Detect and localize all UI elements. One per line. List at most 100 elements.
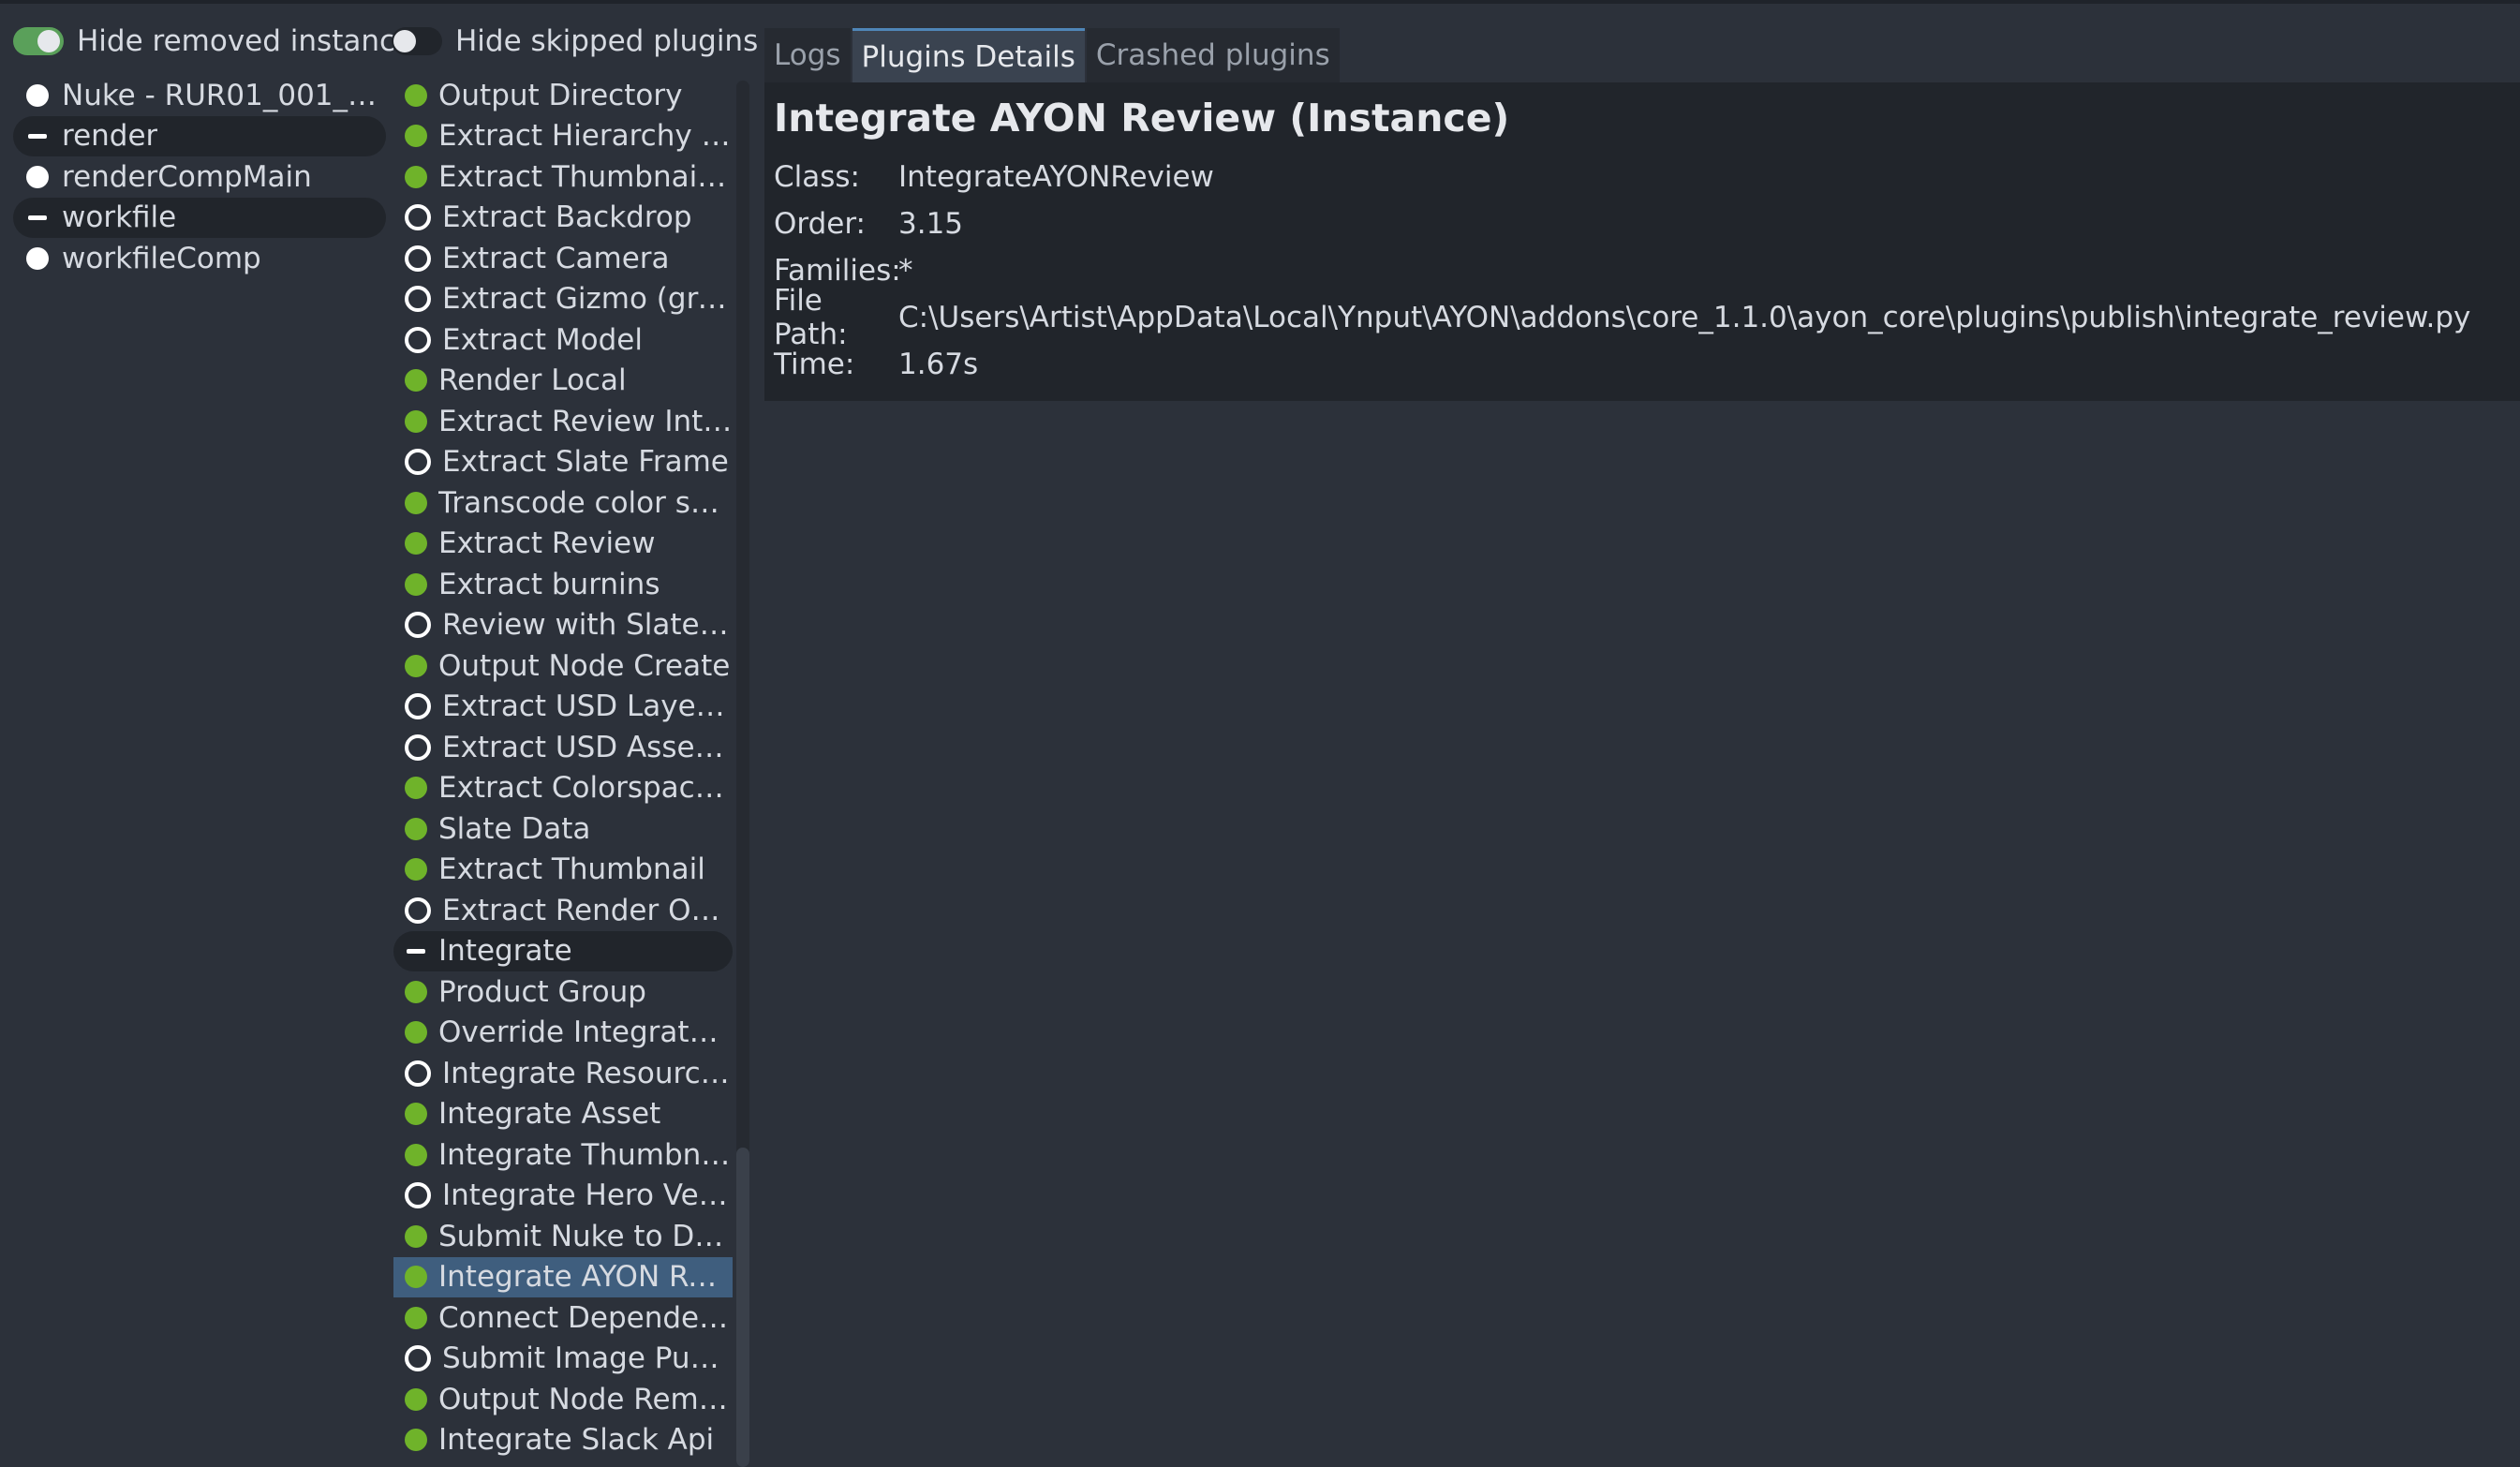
switch-knob (37, 30, 60, 52)
plugin-row[interactable]: Extract Review (393, 524, 733, 565)
skipped-status-ring-icon (405, 449, 431, 476)
success-status-dot-icon (405, 777, 427, 800)
group-collapse-dash-icon (28, 133, 47, 139)
hide-removed-instances-switch[interactable] (13, 27, 64, 55)
plugin-label: Extract Hierarchy To ... (438, 119, 733, 154)
instance-label: renderCompMain (62, 159, 312, 194)
skipped-status-ring-icon (405, 244, 431, 272)
group-collapse-dash-icon (407, 948, 425, 954)
families-value: * (898, 254, 913, 288)
hide-skipped-plugins-switch[interactable] (392, 27, 442, 55)
success-status-dot-icon (405, 1266, 427, 1289)
class-label: Class: (774, 160, 861, 194)
instance-row[interactable]: workfileComp (13, 238, 386, 279)
instance-label: render (62, 119, 158, 154)
window-top-border (0, 0, 2520, 4)
plugin-row[interactable]: Extract Hierarchy To ... (393, 116, 733, 157)
plugin-row[interactable]: Transcode color spa... (393, 482, 733, 524)
plugin-label: Extract Slate Frame (442, 445, 729, 480)
plugin-row[interactable]: Extract Model (393, 319, 733, 361)
plugin-row[interactable]: Review with Slate fra... (393, 605, 733, 646)
plugin-row[interactable]: Output Node Create (393, 645, 733, 687)
plugin-row[interactable]: Integrate Resources ... (393, 1053, 733, 1094)
plugin-row[interactable]: Render Local (393, 361, 733, 402)
skipped-status-ring-icon (405, 286, 431, 313)
plugin-row[interactable]: Extract USD Layer C... (393, 687, 733, 728)
skipped-status-ring-icon (405, 1060, 431, 1087)
filepath-row: File Path: C:\Users\Artist\AppData\Local… (774, 284, 2511, 351)
plugin-row[interactable]: Integrate Thumbnail... (393, 1134, 733, 1176)
details-tabs: Logs Plugins Details Crashed plugins (764, 28, 1342, 82)
plugin-row[interactable]: Extract Slate Frame (393, 442, 733, 483)
success-status-dot-icon (405, 125, 427, 148)
tab-logs[interactable]: Logs (764, 28, 851, 82)
skipped-status-ring-icon (405, 734, 431, 761)
plugin-group-row[interactable]: Integrate (393, 930, 733, 971)
plugin-row[interactable]: Extract Backdrop (393, 198, 733, 239)
success-status-dot-icon (405, 409, 427, 433)
plugin-label: Extract USD Asset/S... (442, 730, 733, 764)
switch-knob (393, 30, 416, 52)
families-label: Families: (774, 254, 901, 288)
hide-skipped-plugins-toggle-row[interactable]: Hide skipped plugins (392, 24, 758, 58)
plugin-row[interactable]: Extract USD Asset/S... (393, 727, 733, 768)
tab-plugins-details[interactable]: Plugins Details (852, 28, 1085, 82)
time-value: 1.67s (898, 348, 979, 381)
instance-row[interactable]: Nuke - RUR01_001_000... (13, 75, 386, 116)
success-status-dot-icon (405, 1429, 427, 1452)
instance-group-row[interactable]: workfile (13, 197, 386, 238)
plugin-row-selected[interactable]: Integrate AYON Revi... (393, 1256, 733, 1297)
plugin-label: Extract Backdrop (442, 200, 692, 235)
plugin-row[interactable]: Extract Thumbnail (393, 850, 733, 891)
plugin-row[interactable]: Extract Render On F... (393, 890, 733, 931)
success-status-dot-icon (405, 1143, 427, 1166)
group-collapse-dash-icon (28, 215, 47, 220)
instance-status-dot-icon (26, 246, 49, 270)
skipped-status-ring-icon (405, 326, 431, 353)
plugin-label: Integrate Thumbnail... (438, 1137, 733, 1172)
success-status-dot-icon (405, 980, 427, 1003)
plugin-row[interactable]: Submit Image Publis... (393, 1339, 733, 1380)
hide-removed-instances-toggle-row[interactable]: Hide removed instances (13, 24, 428, 58)
plugin-row[interactable]: Integrate Slack Api (393, 1420, 733, 1461)
plugin-row[interactable]: Extract Review Inter... (393, 401, 733, 442)
tab-crashed-plugins[interactable]: Crashed plugins (1086, 28, 1340, 82)
plugin-label: Submit Image Publis... (442, 1341, 733, 1376)
plugin-row[interactable]: Extract Camera (393, 238, 733, 279)
plugin-label: Integrate AYON Revi... (438, 1260, 733, 1295)
success-status-dot-icon (405, 858, 427, 882)
plugin-row[interactable]: Slate Data (393, 808, 733, 850)
plugin-row[interactable]: Extract Gizmo (group) (393, 279, 733, 320)
plugin-row[interactable]: Output Node Remove (393, 1379, 733, 1420)
skipped-status-ring-icon (405, 1345, 431, 1372)
plugins-scrollbar-thumb[interactable] (736, 1148, 749, 1467)
plugin-label: Integrate Resources ... (442, 1056, 733, 1090)
plugin-row[interactable]: Extract Colorspace d... (393, 768, 733, 809)
families-row: Families: * (774, 247, 2511, 294)
order-row: Order: 3.15 (774, 200, 2511, 247)
plugin-row[interactable]: Product Group (393, 971, 733, 1013)
plugin-row[interactable]: Connect Dependenc... (393, 1297, 733, 1339)
class-row: Class: IntegrateAYONReview (774, 154, 2511, 200)
plugin-label: Transcode color spa... (438, 485, 733, 520)
plugin-row[interactable]: Extract burnins (393, 564, 733, 605)
success-status-dot-icon (405, 491, 427, 514)
plugin-details-panel: Integrate AYON Review (Instance) Class: … (764, 82, 2520, 401)
skipped-status-ring-icon (405, 896, 431, 924)
plugin-row[interactable]: Integrate Hero Versi... (393, 1176, 733, 1217)
plugin-label: Extract Camera (442, 241, 670, 275)
plugin-label: Override Integrate T... (438, 1015, 733, 1050)
plugin-row[interactable]: Integrate Asset (393, 1094, 733, 1135)
time-row: Time: 1.67s (774, 341, 2511, 388)
plugin-row[interactable]: Extract Thumbnail (f... (393, 156, 733, 198)
plugin-row[interactable]: Override Integrate T... (393, 1013, 733, 1054)
plugin-label: Extract Model (442, 322, 643, 357)
plugin-row[interactable]: Submit Nuke to Dea... (393, 1216, 733, 1257)
success-status-dot-icon (405, 369, 427, 393)
instance-group-row[interactable]: render (13, 115, 386, 156)
plugin-row[interactable]: Output Directory (393, 75, 733, 116)
plugin-label: Integrate Slack Api (438, 1423, 715, 1458)
instance-row[interactable]: renderCompMain (13, 156, 386, 198)
instance-label: workfile (62, 200, 177, 235)
plugin-label: Integrate (438, 934, 572, 969)
